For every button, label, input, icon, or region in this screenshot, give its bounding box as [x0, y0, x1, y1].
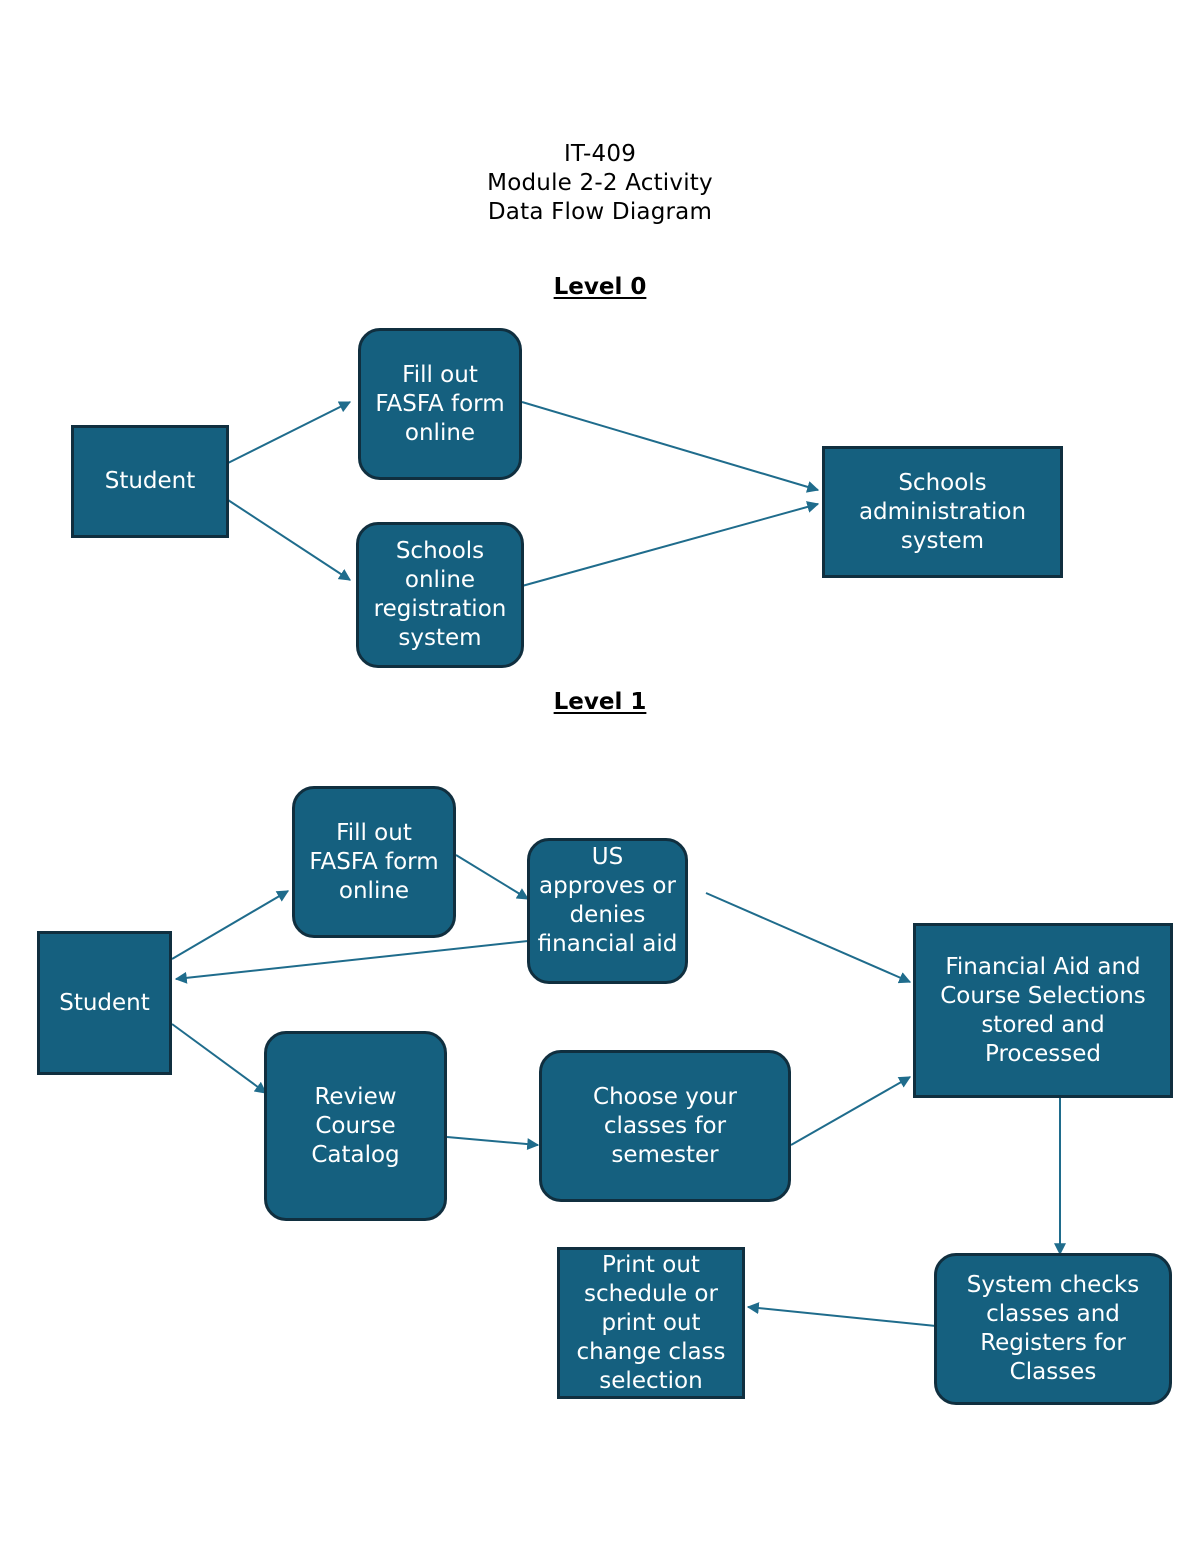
- title-line-course: IT-409: [563, 141, 637, 167]
- node-financial-aid-and-course-selections-stored-and-processed[interactable]: Financial Aid and Course Selections stor…: [913, 923, 1173, 1098]
- edge-l1-approve-to-student: [174, 940, 529, 984]
- node-label: Fill out FASFA form online: [309, 819, 439, 904]
- node-label: Choose your classes for semester: [593, 1083, 737, 1168]
- node-label: US approves or denies financial aid: [537, 844, 678, 957]
- node-review-course-catalog[interactable]: Review Course Catalog: [264, 1031, 447, 1221]
- edge-l1-choose-to-stored: [790, 1076, 912, 1146]
- node-student-level1[interactable]: Student: [37, 931, 172, 1075]
- title-line-subject: Data Flow Diagram: [487, 199, 713, 225]
- node-label: Fill out FASFA form online: [375, 361, 505, 446]
- edge-l1-register-to-print: [746, 1302, 937, 1327]
- node-label: Student: [59, 989, 150, 1016]
- level-1-heading-text: Level 1: [553, 689, 647, 715]
- page-title: IT-409 Module 2-2 Activity Data Flow Dia…: [0, 140, 1200, 227]
- level-0-heading-text: Level 0: [553, 274, 647, 300]
- edge-l0-student-to-registration: [227, 499, 352, 581]
- title-line-module: Module 2-2 Activity: [487, 170, 713, 196]
- node-label: Schools online registration system: [373, 538, 507, 651]
- edge-l1-student-to-catalog: [171, 1023, 267, 1094]
- node-schools-administration-system-level0[interactable]: Schools administration system: [822, 446, 1063, 578]
- node-student-level0[interactable]: Student: [71, 425, 229, 538]
- node-label: Financial Aid and Course Selections stor…: [940, 953, 1146, 1067]
- level-1-heading: Level 1: [0, 689, 1200, 715]
- node-choose-your-classes-for-semester[interactable]: Choose your classes for semester: [539, 1050, 791, 1202]
- node-label: Student: [104, 468, 196, 494]
- edge-l1-approve-to-stored: [705, 892, 912, 984]
- diagram-canvas: IT-409 Module 2-2 Activity Data Flow Dia…: [0, 0, 1200, 1553]
- node-fill-out-fasfa-form-online-level1[interactable]: Fill out FASFA form online: [292, 786, 456, 938]
- edge-l1-fasfa-to-approve: [455, 854, 530, 900]
- node-print-out-schedule-or-change-class-selection[interactable]: Print out schedule or print out change c…: [557, 1247, 745, 1399]
- edge-l0-student-to-fasfa: [227, 401, 352, 464]
- node-us-approves-or-denies-financial-aid[interactable]: US approves or denies financial aid: [527, 838, 688, 984]
- node-label: Schools administration system: [858, 469, 1027, 554]
- node-system-checks-classes-and-registers-for-classes[interactable]: System checks classes and Registers for …: [934, 1253, 1172, 1405]
- node-label: Review Course Catalog: [311, 1083, 400, 1168]
- edge-l0-fasfa-to-admin: [521, 401, 820, 493]
- edge-l1-student-to-fasfa: [171, 890, 290, 960]
- node-label: System checks classes and Registers for …: [966, 1272, 1140, 1385]
- node-label: Print out schedule or print out change c…: [576, 1251, 726, 1394]
- edge-l0-registration-to-admin: [521, 501, 820, 587]
- edge-l1-catalog-to-choose: [446, 1136, 540, 1151]
- node-fill-out-fasfa-form-online-level0[interactable]: Fill out FASFA form online: [358, 328, 522, 480]
- level-0-heading: Level 0: [0, 274, 1200, 300]
- node-schools-online-registration-system-level0[interactable]: Schools online registration system: [356, 522, 524, 668]
